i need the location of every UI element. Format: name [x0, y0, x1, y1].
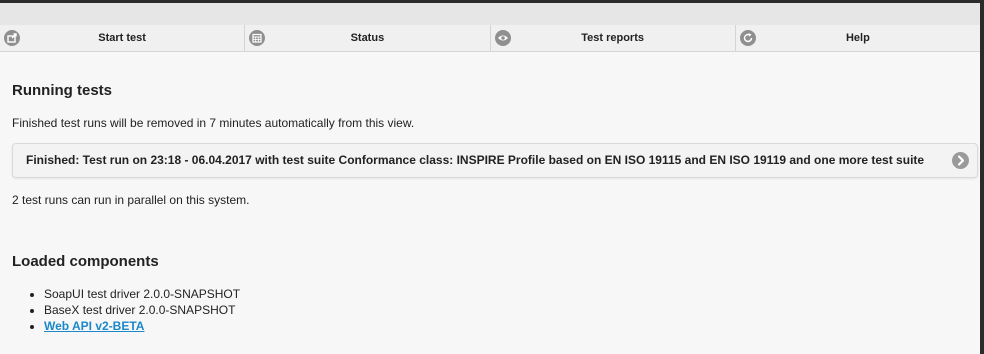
- removal-note: Finished test runs will be removed in 7 …: [12, 116, 415, 130]
- test-run-label: Finished: Test run on 23:18 - 06.04.2017…: [26, 153, 925, 167]
- top-bar: [0, 3, 980, 25]
- nav-start-test[interactable]: Start test: [0, 25, 246, 51]
- list-item: BaseX test driver 2.0.0-SNAPSHOT: [44, 302, 240, 318]
- web-api-link[interactable]: Web API v2-BETA: [44, 319, 144, 333]
- nav-status[interactable]: Status: [245, 25, 491, 51]
- main-navigation: Start test Status Test reports Help: [0, 25, 980, 52]
- nav-test-reports[interactable]: Test reports: [491, 25, 736, 51]
- nav-help[interactable]: Help: [736, 25, 980, 51]
- nav-label: Start test: [98, 32, 146, 44]
- calendar-icon: [249, 30, 266, 46]
- window-frame-right: [980, 0, 984, 354]
- running-tests-heading: Running tests: [12, 82, 112, 99]
- test-run-item[interactable]: Finished: Test run on 23:18 - 06.04.2017…: [12, 143, 978, 178]
- chevron-right-icon[interactable]: [952, 152, 969, 169]
- nav-label: Test reports: [581, 32, 644, 44]
- eye-icon: [494, 30, 511, 46]
- list-item: SoapUI test driver 2.0.0-SNAPSHOT: [44, 286, 240, 302]
- nav-label: Help: [845, 32, 870, 44]
- components-list: SoapUI test driver 2.0.0-SNAPSHOT BaseX …: [12, 286, 240, 334]
- refresh-icon: [739, 30, 756, 46]
- parallel-note: 2 test runs can run in parallel on this …: [12, 193, 250, 207]
- nav-label: Status: [350, 32, 385, 44]
- list-item: Web API v2-BETA: [44, 318, 240, 334]
- loaded-components-heading: Loaded components: [12, 253, 159, 270]
- external-link-icon: [4, 30, 20, 46]
